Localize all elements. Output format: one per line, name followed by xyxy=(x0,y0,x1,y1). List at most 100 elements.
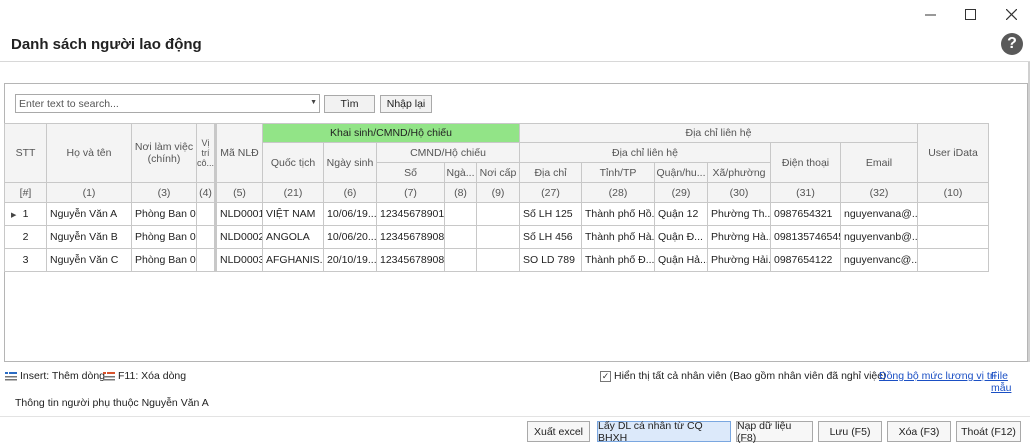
sync-salary-link[interactable]: Đồng bộ mức lương vị trí xyxy=(879,370,996,382)
cell-name[interactable]: Nguyễn Văn B xyxy=(47,226,132,249)
cell-email[interactable]: nguyenvanc@... xyxy=(841,249,918,272)
cell-nationality[interactable]: ANGOLA xyxy=(263,226,324,249)
cell-dob[interactable]: 10/06/20... xyxy=(324,226,377,249)
cell-province[interactable]: Thành phố Hồ... xyxy=(582,203,655,226)
cell-user-idata[interactable] xyxy=(918,203,989,226)
cell-emp-code[interactable]: NLD0001 xyxy=(215,203,263,226)
cell-workplace[interactable]: Phòng Ban 0... xyxy=(132,249,197,272)
maximize-button[interactable] xyxy=(950,0,990,28)
cell-email[interactable]: nguyenvana@... xyxy=(841,203,918,226)
cell-ward[interactable]: Phường Th... xyxy=(708,203,771,226)
insert-row-icon xyxy=(5,371,17,380)
search-input[interactable] xyxy=(16,95,306,112)
cell-phone[interactable]: 0987654321 xyxy=(771,203,841,226)
cell-position[interactable] xyxy=(197,203,215,226)
header-name[interactable]: Họ và tên xyxy=(47,123,132,183)
find-button[interactable]: Tìm xyxy=(324,95,375,113)
cell-name[interactable]: Nguyễn Văn A xyxy=(47,203,132,226)
delete-hint: F11: Xóa dòng xyxy=(103,370,186,382)
header-id-no[interactable]: Số xyxy=(377,163,445,183)
dependents-info: Thông tin người phụ thuộc Nguyễn Văn A xyxy=(15,397,209,409)
insert-hint-label: Insert: Thêm dòng xyxy=(20,370,106,382)
cell-address[interactable]: Số LH 125 xyxy=(520,203,582,226)
colnum-issue-place: (9) xyxy=(477,183,520,203)
cell-district[interactable]: Quận Hả... xyxy=(655,249,708,272)
header-position[interactable]: Vị trí cô... xyxy=(197,123,215,183)
header-phone[interactable]: Điện thoại xyxy=(771,143,841,183)
close-button[interactable] xyxy=(991,0,1030,28)
header-group-contact-sub: Địa chỉ liên hệ xyxy=(520,143,771,163)
reset-button[interactable]: Nhập lại xyxy=(380,95,432,113)
minimize-button[interactable] xyxy=(910,0,950,28)
cell-issue-date[interactable] xyxy=(445,249,477,272)
cell-dob[interactable]: 20/10/19... xyxy=(324,249,377,272)
header-province[interactable]: Tỉnh/TP xyxy=(582,163,655,183)
question-icon[interactable]: ? xyxy=(1001,33,1023,55)
cell-district[interactable]: Quận Đ... xyxy=(655,226,708,249)
cell-stt[interactable]: 2 xyxy=(4,226,47,249)
cell-workplace[interactable]: Phòng Ban 0... xyxy=(132,203,197,226)
header-ward[interactable]: Xã/phường xyxy=(708,163,771,183)
cell-user-idata[interactable] xyxy=(918,249,989,272)
cell-ward[interactable]: Phường Hải... xyxy=(708,249,771,272)
cell-emp-code[interactable]: NLD0003 xyxy=(215,249,263,272)
cell-province[interactable]: Thành phố Đ... xyxy=(582,249,655,272)
header-emp-code[interactable]: Mã NLĐ xyxy=(215,123,263,183)
cell-issue-place[interactable] xyxy=(477,249,520,272)
header-district[interactable]: Quận/hu... xyxy=(655,163,708,183)
header-email[interactable]: Email xyxy=(841,143,918,183)
cell-ward[interactable]: Phường Hà... xyxy=(708,226,771,249)
header-nationality[interactable]: Quốc tịch xyxy=(263,143,324,183)
header-workplace[interactable]: Nơi làm việc (chính) xyxy=(132,123,197,183)
export-excel-button[interactable]: Xuất excel xyxy=(527,421,590,442)
cell-position[interactable] xyxy=(197,226,215,249)
cell-issue-place[interactable] xyxy=(477,203,520,226)
colnum-stt: [#] xyxy=(4,183,47,203)
header-stt[interactable]: STT xyxy=(4,123,47,183)
current-row-indicator-icon: ▶ xyxy=(11,212,17,219)
cell-phone[interactable]: 098135746545 xyxy=(771,226,841,249)
checkbox-checked-icon[interactable]: ✓ xyxy=(600,370,611,382)
insert-hint: Insert: Thêm dòng xyxy=(5,370,105,382)
colnum-address: (27) xyxy=(520,183,582,203)
cell-address[interactable]: SO LD 789 xyxy=(520,249,582,272)
header-issue-date[interactable]: Ngà... xyxy=(445,163,477,183)
cell-name[interactable]: Nguyễn Văn C xyxy=(47,249,132,272)
delete-button[interactable]: Xóa (F3) xyxy=(887,421,951,442)
cell-province[interactable]: Thành phố Hà... xyxy=(582,226,655,249)
load-data-button[interactable]: Nạp dữ liệu (F8) xyxy=(736,420,813,444)
cell-address[interactable]: Số LH 456 xyxy=(520,226,582,249)
cell-workplace[interactable]: Phòng Ban 0... xyxy=(132,226,197,249)
cell-phone[interactable]: 0987654122 xyxy=(771,249,841,272)
cell-dob[interactable]: 10/06/19... xyxy=(324,203,377,226)
cell-id-no[interactable]: 123456789089 xyxy=(377,249,445,272)
cell-user-idata[interactable] xyxy=(918,226,989,249)
colnum-email: (32) xyxy=(841,183,918,203)
cell-emp-code[interactable]: NLD0002 xyxy=(215,226,263,249)
header-user-idata[interactable]: User iData xyxy=(918,123,989,183)
cell-district[interactable]: Quận 12 xyxy=(655,203,708,226)
fetch-bhxh-button[interactable]: Lấy DL cá nhân từ CQ BHXH xyxy=(597,420,731,444)
template-file-link[interactable]: File mẫu xyxy=(991,370,1030,394)
minimize-icon xyxy=(924,14,936,15)
cell-position[interactable] xyxy=(197,249,215,272)
header-address[interactable]: Địa chỉ xyxy=(520,163,582,183)
dropdown-arrow-icon[interactable]: ▼ xyxy=(310,99,317,106)
exit-button[interactable]: Thoát (F12) xyxy=(956,421,1021,442)
cell-issue-date[interactable] xyxy=(445,203,477,226)
cell-id-no[interactable]: 123456789012 xyxy=(377,203,445,226)
show-all-checkbox[interactable]: ✓ Hiển thị tất cả nhân viên (Bao gồm nhâ… xyxy=(600,370,886,382)
employee-grid: STT Họ và tên Nơi làm việc (chính) Vị tr… xyxy=(4,123,989,273)
header-issue-place[interactable]: Nơi cấp xyxy=(477,163,520,183)
divider xyxy=(0,416,1030,417)
save-button[interactable]: Lưu (F5) xyxy=(818,421,882,442)
cell-issue-place[interactable] xyxy=(477,226,520,249)
search-box[interactable]: ▼ xyxy=(15,94,320,113)
cell-issue-date[interactable] xyxy=(445,226,477,249)
cell-id-no[interactable]: 123456789089 xyxy=(377,226,445,249)
cell-email[interactable]: nguyenvanb@... xyxy=(841,226,918,249)
cell-stt[interactable]: 3 xyxy=(4,249,47,272)
cell-nationality[interactable]: AFGHANIS... xyxy=(263,249,324,272)
cell-nationality[interactable]: VIỆT NAM xyxy=(263,203,324,226)
header-dob[interactable]: Ngày sinh xyxy=(324,143,377,183)
